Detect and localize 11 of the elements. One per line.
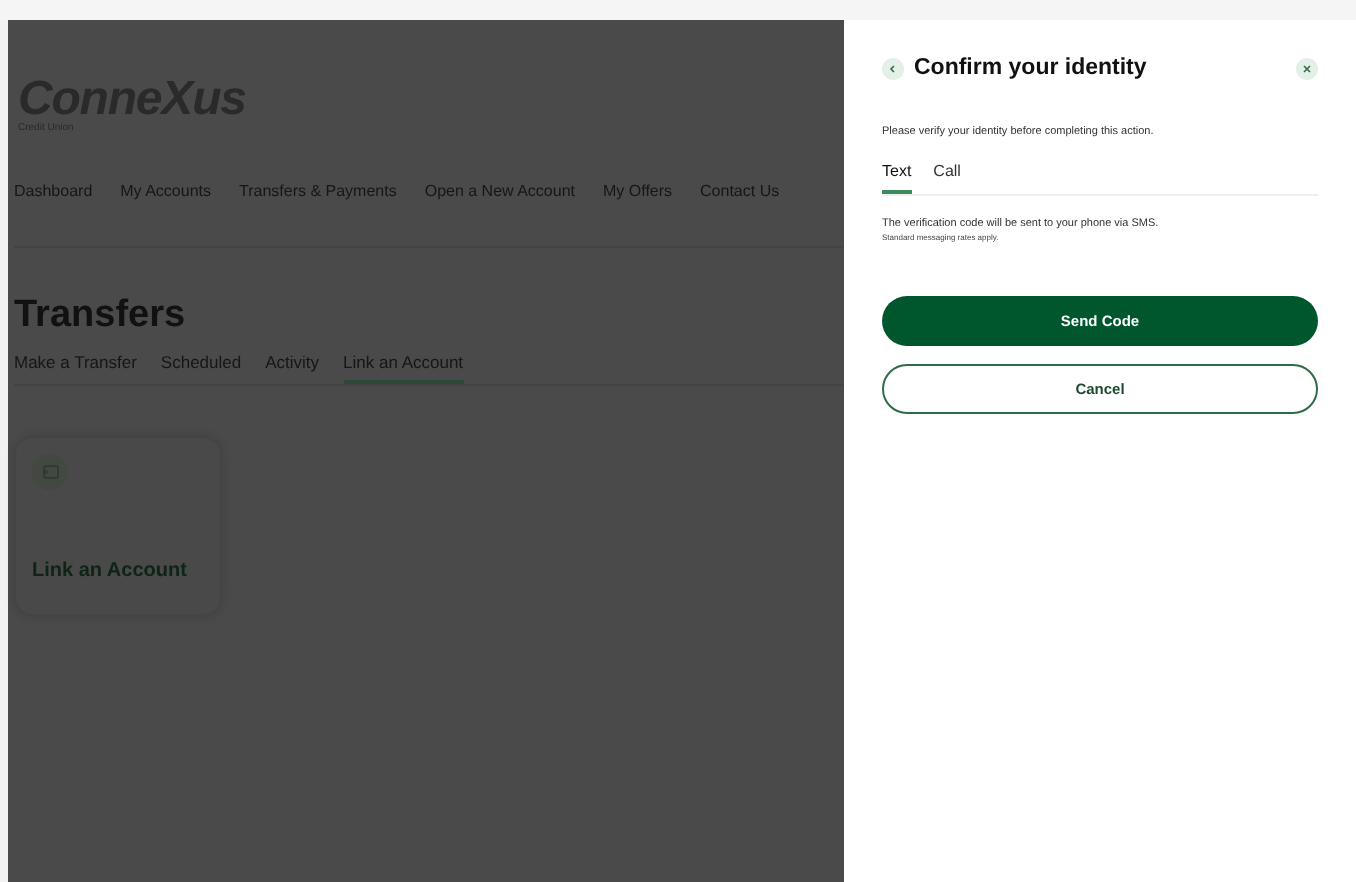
close-icon	[1302, 64, 1312, 75]
card-title: Link an Account	[32, 558, 189, 587]
link-account-card[interactable]: Link an Account	[16, 438, 220, 615]
back-button[interactable]	[882, 58, 904, 81]
dialog-title: Confirm your identity	[914, 54, 1147, 84]
method-tab[interactable]: Call	[933, 159, 961, 193]
wallet-icon	[32, 454, 68, 491]
chevron-left-icon	[888, 64, 898, 75]
close-button[interactable]	[1296, 58, 1318, 81]
page-title: Transfers	[14, 292, 188, 340]
method-tab[interactable]: Text	[882, 159, 912, 193]
